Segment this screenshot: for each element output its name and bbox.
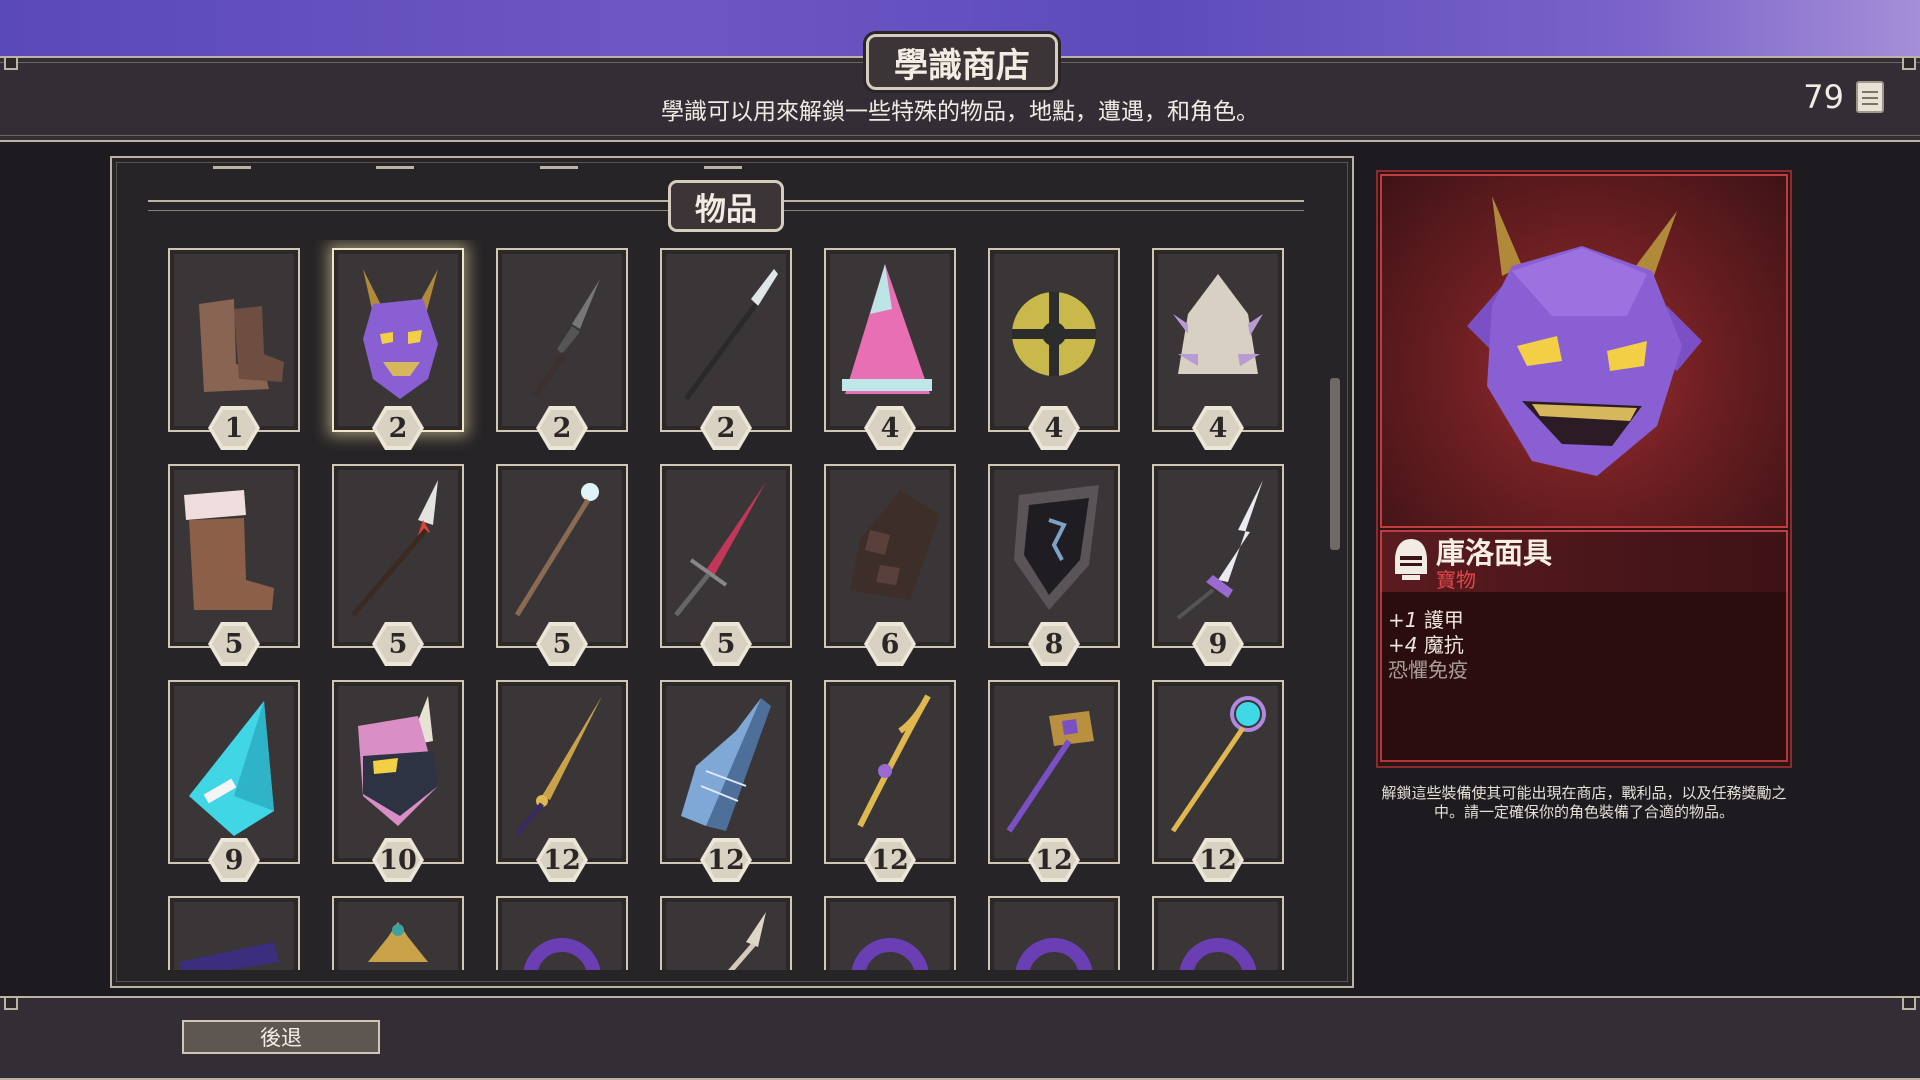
purple-ring-icon xyxy=(523,938,601,970)
harp-icon xyxy=(681,698,771,831)
purple-ring-icon xyxy=(851,938,929,970)
wavy-dagger-icon xyxy=(532,279,600,397)
orb-staff-icon xyxy=(1170,696,1266,833)
spiked-helmet-icon xyxy=(1173,274,1263,374)
lore-currency: 79 xyxy=(1803,78,1884,116)
oni-mask-portrait xyxy=(1467,196,1702,476)
item-card-fur-boots[interactable]: 5 xyxy=(168,464,300,666)
item-card-boar-helm[interactable]: 10 xyxy=(332,680,464,882)
currency-value: 79 xyxy=(1803,78,1844,116)
item-card-golden-sword[interactable]: 12 xyxy=(496,680,628,882)
item-card-golden-crown[interactable] xyxy=(332,896,464,970)
item-card-ice-staff[interactable]: 5 xyxy=(496,464,628,666)
page-title: 學識商店 xyxy=(866,34,1058,90)
item-card-golden-bow[interactable]: 12 xyxy=(824,680,956,882)
boots-icon xyxy=(199,299,284,392)
item-card-wavy-dagger[interactable]: 2 xyxy=(496,248,628,450)
spellbook-icon xyxy=(179,942,279,970)
round-shield-icon xyxy=(1012,292,1096,376)
page-subtitle: 學識可以用來解鎖一些特殊的物品，地點，遭遇，和角色。 xyxy=(661,99,1259,125)
golden-bow-icon xyxy=(857,694,931,828)
war-hammer-icon xyxy=(1006,711,1094,833)
item-card-bone-spear[interactable] xyxy=(660,896,792,970)
item-card-war-hammer[interactable]: 12 xyxy=(988,680,1120,882)
item-card-purple-ring[interactable] xyxy=(988,896,1120,970)
ice-staff-icon xyxy=(514,483,599,617)
item-card-purple-ring[interactable] xyxy=(1152,896,1284,970)
item-card-spellbook[interactable] xyxy=(168,896,300,970)
frame-corner xyxy=(1902,996,1916,1010)
item-card-glaive[interactable]: 2 xyxy=(660,248,792,450)
oni-mask-icon xyxy=(363,269,438,399)
flame-spear-icon xyxy=(351,480,438,617)
frame-corner xyxy=(4,996,18,1010)
item-card-round-shield[interactable]: 4 xyxy=(988,248,1120,450)
scroll-icon xyxy=(1856,81,1884,113)
item-card-oni-mask[interactable]: 2 xyxy=(332,248,464,450)
tab-indicator[interactable] xyxy=(704,166,742,169)
dark-shield-icon xyxy=(1014,485,1099,610)
tab-indicator[interactable] xyxy=(540,166,578,169)
stat-fear-immune: 恐懼免疫 xyxy=(1388,658,1468,682)
purple-ring-icon xyxy=(1179,938,1257,970)
item-card-flame-spear[interactable]: 5 xyxy=(332,464,464,666)
item-type: 寶物 xyxy=(1436,568,1476,592)
golden-sword-icon xyxy=(515,696,602,836)
item-grid: 1 2 2 2 4 4 4 5 5 5 5 6 8 9 9 10 12 12 12 12 12 xyxy=(150,240,1290,970)
golden-crown-icon xyxy=(368,922,428,962)
frame-corner xyxy=(1902,56,1916,70)
item-card-crimson-sword[interactable]: 5 xyxy=(660,464,792,666)
unlock-note: 解鎖這些裝備使其可能出現在商店，戰利品，以及任務獎勵之中。請一定確保你的角色裝備… xyxy=(1381,784,1787,821)
item-card-purple-ring[interactable] xyxy=(496,896,628,970)
item-card-boots[interactable]: 1 xyxy=(168,248,300,450)
frame-corner xyxy=(4,56,18,70)
item-card-pink-wizard-hat[interactable]: 4 xyxy=(824,248,956,450)
glaive-icon xyxy=(683,269,778,401)
item-card-orb-staff[interactable]: 12 xyxy=(1152,680,1284,882)
crimson-sword-icon xyxy=(674,482,766,617)
item-card-gauntlet[interactable]: 6 xyxy=(824,464,956,666)
item-card-spiked-helmet[interactable]: 4 xyxy=(1152,248,1284,450)
tab-indicator[interactable] xyxy=(376,166,414,169)
item-card-harp[interactable]: 12 xyxy=(660,680,792,882)
back-button[interactable]: 後退 xyxy=(182,1020,380,1054)
purple-ring-icon xyxy=(1015,938,1093,970)
item-card-lightning-sword[interactable]: 9 xyxy=(1152,464,1284,666)
lightning-sword-icon xyxy=(1176,480,1263,620)
item-card-purple-ring[interactable] xyxy=(824,896,956,970)
bone-spear-icon xyxy=(728,912,766,970)
scrollbar[interactable] xyxy=(1330,378,1340,550)
item-portrait xyxy=(1380,174,1788,528)
item-card-crystal-hat[interactable]: 9 xyxy=(168,680,300,882)
gauntlet-icon xyxy=(850,490,940,600)
knight-helmet-icon xyxy=(1390,536,1432,582)
section-title: 物品 xyxy=(668,180,784,232)
fur-boots-icon xyxy=(184,490,274,610)
crystal-hat-icon xyxy=(189,701,274,836)
pink-wizard-hat-icon xyxy=(842,264,932,394)
item-card-dark-shield[interactable]: 8 xyxy=(988,464,1120,666)
boar-helm-icon xyxy=(358,696,438,826)
tab-indicator[interactable] xyxy=(213,166,251,169)
